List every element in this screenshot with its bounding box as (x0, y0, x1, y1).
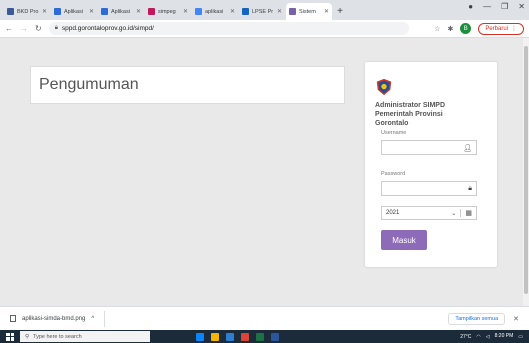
browser-tab[interactable]: Aplikasi ✕ (98, 3, 144, 20)
edge-icon[interactable] (196, 332, 204, 341)
browser-tab[interactable]: BKD Pro ✕ (4, 3, 50, 20)
favicon-icon (148, 8, 155, 15)
favicon-icon (242, 8, 249, 15)
download-bar: aplikasi-simda-bmd.png ^ Tampilkan semua… (0, 306, 529, 330)
year-select[interactable]: 2021 ⌄ ▦ (381, 206, 477, 220)
close-icon[interactable]: ✕ (277, 8, 282, 15)
excel-icon[interactable] (256, 332, 264, 341)
notification-icon[interactable]: ▭ (518, 334, 523, 340)
download-item[interactable]: aplikasi-simda-bmd.png ^ (10, 310, 106, 327)
browser-tab-active[interactable]: Sistem ✕ (286, 3, 332, 20)
tab-label: LPSE Pr (252, 8, 274, 15)
close-icon[interactable]: ✕ (324, 8, 329, 15)
user-icon: 👤︎ (463, 144, 472, 152)
page-scrollbar[interactable] (523, 38, 529, 306)
url-bar[interactable]: 🔒︎ sppd.gorontaloprov.go.id/simpd/ (48, 22, 409, 35)
google-icon (195, 8, 202, 15)
browser-tab[interactable]: aplikasi ✕ (192, 3, 238, 20)
search-icon: ⚲ (25, 333, 30, 340)
page-title: Pengumuman (39, 76, 139, 93)
minimize-icon[interactable]: — (483, 2, 491, 11)
chevron-down-icon: ⌄ (451, 210, 457, 217)
browser-tab[interactable]: Aplikasi ✕ (51, 3, 97, 20)
chrome-icon[interactable] (241, 332, 249, 341)
close-icon[interactable]: ✕ (230, 8, 235, 15)
more-vert-icon: ⋮ (511, 26, 517, 32)
tab-label: Aplikasi (64, 8, 83, 15)
show-all-downloads-button[interactable]: Tampilkan semua (448, 312, 506, 325)
gorontalo-emblem-icon (376, 78, 392, 96)
year-value: 2021 (386, 210, 400, 216)
word-icon[interactable] (271, 332, 279, 341)
forward-icon[interactable]: → (20, 24, 28, 33)
favicon-icon (7, 8, 14, 15)
close-icon[interactable]: ✕ (513, 315, 519, 323)
close-icon[interactable]: ✕ (183, 8, 188, 15)
login-panel: Administrator SIMPD Pemerintah Provinsi … (365, 62, 497, 267)
lock-icon[interactable]: 🔒︎ (55, 25, 58, 32)
favicon-icon (289, 8, 296, 15)
close-icon[interactable]: ✕ (42, 8, 47, 15)
back-icon[interactable]: ← (5, 24, 13, 33)
windows-start-icon[interactable] (6, 332, 14, 341)
browser-tab-strip: BKD Pro ✕ Aplikasi ✕ Aplikasi ✕ simpeg ✕… (0, 0, 529, 20)
profile-avatar[interactable]: B (460, 23, 472, 34)
windows-taskbar: ⚲ Type here to search 27°C ◠ ◁ 8:20 PM ▭ (0, 330, 529, 343)
file-explorer-icon[interactable] (211, 332, 219, 341)
page-content: Pengumuman Administrator SIMPD Pemerinta… (0, 38, 523, 306)
network-icon[interactable]: ◠ (476, 334, 480, 340)
tab-label: aplikasi (205, 8, 224, 15)
update-label: Perbarui (485, 25, 508, 32)
image-file-icon (10, 315, 16, 322)
tab-label: Aplikasi (111, 8, 130, 15)
address-toolbar: ← → ↻ 🔒︎ sppd.gorontaloprov.go.id/simpd/… (0, 20, 529, 38)
calendar-icon[interactable]: ▦ (460, 209, 472, 217)
new-tab-button[interactable]: + (333, 3, 347, 20)
volume-icon[interactable]: ◁ (486, 334, 490, 340)
tab-label: Sistem (299, 8, 316, 15)
system-tray: 27°C ◠ ◁ 8:20 PM ▭ (460, 334, 523, 340)
browser-tab[interactable]: simpeg ✕ (145, 3, 191, 20)
extensions-icon[interactable]: ✱ (447, 25, 453, 33)
reload-icon[interactable]: ↻ (35, 24, 42, 33)
weather-text[interactable]: 27°C (460, 334, 471, 340)
lock-icon: 🔒︎ (468, 184, 472, 192)
maximize-icon[interactable]: ❐ (501, 2, 508, 11)
username-label: Username (381, 130, 407, 136)
announcement-panel: Pengumuman (30, 66, 345, 104)
login-button[interactable]: Masuk (381, 230, 427, 250)
close-icon[interactable]: ✕ (89, 8, 94, 15)
star-icon[interactable]: ☆ (434, 25, 440, 33)
taskbar-search-input[interactable]: ⚲ Type here to search (20, 331, 150, 342)
favicon-icon (101, 8, 108, 15)
close-icon[interactable]: ✕ (136, 8, 141, 15)
chevron-up-icon[interactable]: ^ (91, 316, 94, 322)
tab-label: BKD Pro (17, 8, 39, 15)
username-input[interactable]: 👤︎ (381, 140, 477, 155)
download-file-name: aplikasi-simda-bmd.png (22, 315, 86, 322)
search-placeholder: Type here to search (33, 333, 82, 340)
tab-label: simpeg (158, 8, 176, 15)
tab-search-icon[interactable]: ● (468, 2, 473, 11)
store-icon[interactable] (226, 332, 234, 341)
window-controls: ● — ❐ ✕ (468, 2, 525, 11)
window-close-icon[interactable]: ✕ (518, 2, 525, 11)
admin-title: Administrator SIMPD Pemerintah Provinsi … (375, 102, 446, 127)
update-button[interactable]: Perbarui ⋮ (478, 22, 524, 35)
clock[interactable]: 8:20 PM (495, 334, 514, 339)
favicon-icon (54, 8, 61, 15)
password-input[interactable]: 🔒︎ (381, 181, 477, 196)
browser-tab[interactable]: LPSE Pr ✕ (239, 3, 285, 20)
url-text: sppd.gorontaloprov.go.id/simpd/ (61, 25, 154, 32)
password-label: Password (381, 171, 406, 177)
